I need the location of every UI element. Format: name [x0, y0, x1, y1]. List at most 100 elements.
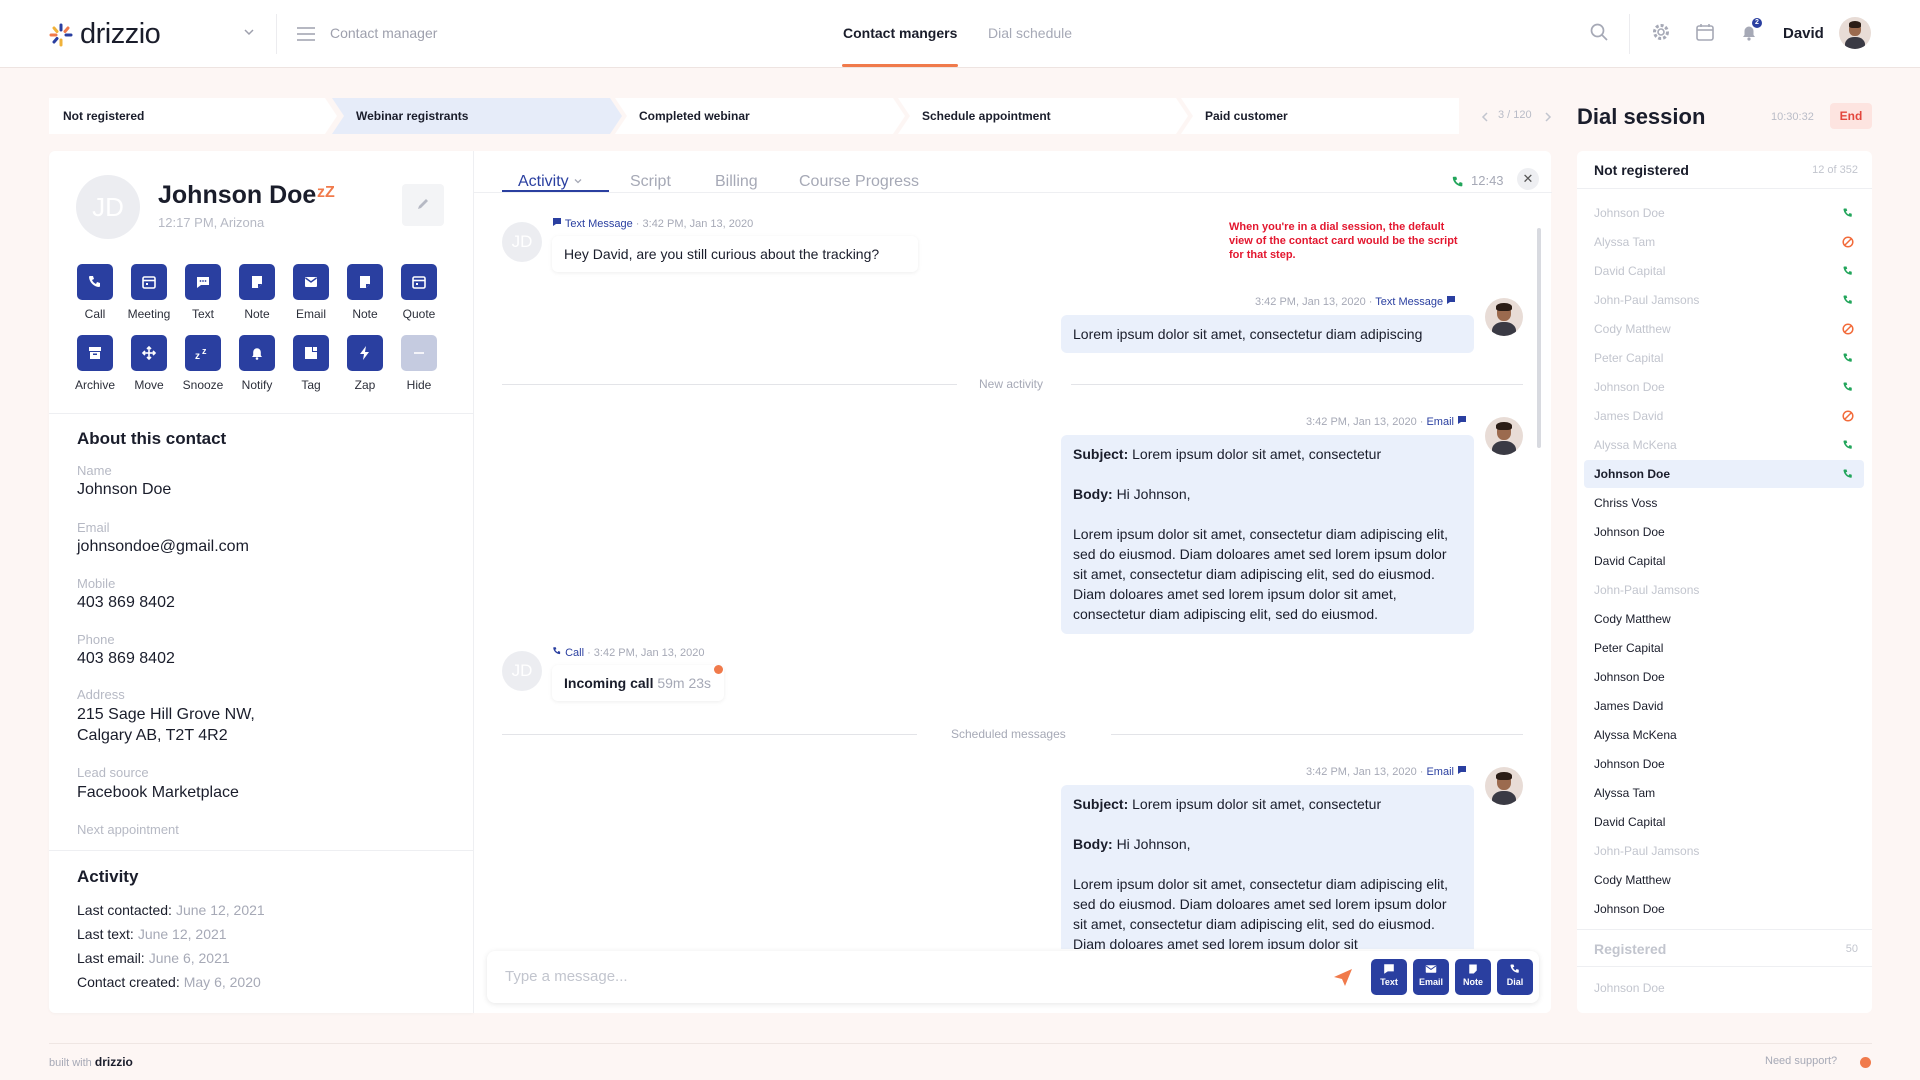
zap-action-button[interactable]: Zap	[338, 335, 392, 392]
list-item[interactable]: Alyssa Tam	[1584, 779, 1864, 807]
divider	[1577, 966, 1872, 967]
contact-name: Johnson Doe	[158, 181, 317, 209]
hide-action-button[interactable]: Hide	[392, 335, 446, 392]
tab-activity[interactable]: Activity	[518, 173, 583, 191]
list-item[interactable]: David Capital	[1584, 547, 1864, 575]
scrollbar[interactable]	[1537, 228, 1541, 448]
tab-contact-managers[interactable]: Contact mangers	[843, 25, 957, 41]
list-item[interactable]: Alyssa McKena	[1584, 431, 1864, 459]
chevron-down-icon[interactable]	[242, 25, 256, 39]
calendar-icon[interactable]	[1695, 22, 1715, 42]
field-label: Address	[77, 687, 125, 702]
chevron-right-icon[interactable]	[1543, 111, 1553, 123]
tag-action-button[interactable]: Tag	[284, 335, 338, 392]
list-item[interactable]: Alyssa McKena	[1584, 721, 1864, 749]
message-meta: Text Message · 3:42 PM, Jan 13, 2020	[552, 217, 753, 230]
list-item[interactable]: Johnson Doe	[1584, 460, 1864, 488]
list-item[interactable]: John-Paul Jamsons	[1584, 576, 1864, 604]
chevron-left-icon[interactable]	[1480, 111, 1490, 123]
meeting-action-button[interactable]: Meeting	[122, 264, 176, 321]
group-count: 50	[1845, 943, 1858, 955]
stage-completed-webinar[interactable]: Completed webinar	[615, 98, 905, 134]
note-button[interactable]: Note	[1455, 959, 1491, 995]
send-icon[interactable]	[1332, 966, 1354, 988]
contact-phone-value[interactable]: 403 869 8402	[77, 648, 175, 669]
bolt-icon	[360, 346, 369, 360]
tab-course-progress[interactable]: Course Progress	[799, 173, 919, 191]
field-label: Next appointment	[77, 822, 179, 837]
tab-billing[interactable]: Billing	[715, 173, 758, 191]
list-item[interactable]: Cody Matthew	[1584, 315, 1864, 343]
stage-not-registered[interactable]: Not registered	[49, 98, 337, 134]
list-item[interactable]: Cody Matthew	[1584, 866, 1864, 894]
list-item[interactable]: John-Paul Jamsons	[1584, 837, 1864, 865]
note-action-button[interactable]: Note	[230, 264, 284, 321]
stage-paid-customer[interactable]: Paid customer	[1181, 98, 1459, 134]
list-item[interactable]: Johnson Doe	[1584, 895, 1864, 923]
move-action-button[interactable]: Move	[122, 335, 176, 392]
blocked-icon	[1842, 236, 1854, 248]
notify-action-button[interactable]: Notify	[230, 335, 284, 392]
list-item[interactable]: Johnson Doe	[1584, 663, 1864, 691]
quote-action-button[interactable]: Quote	[392, 264, 446, 321]
email-action-button[interactable]: Email	[284, 264, 338, 321]
phone-icon	[1510, 964, 1519, 973]
contact-email-value[interactable]: johnsondoe@gmail.com	[77, 536, 249, 557]
message-meta: 3:42 PM, Jan 13, 2020 · Email	[1306, 765, 1467, 778]
list-item[interactable]: Johnson Doe	[1584, 518, 1864, 546]
menu-icon[interactable]	[296, 25, 316, 43]
list-item[interactable]: David Capital	[1584, 808, 1864, 836]
list-item[interactable]: Johnson Doe	[1584, 974, 1864, 1002]
list-item[interactable]: Johnson Doe	[1584, 199, 1864, 227]
dial-session-timer: 10:30:32	[1771, 111, 1814, 123]
note-action-button-2[interactable]: Note	[338, 264, 392, 321]
call-action-button[interactable]: Call	[68, 264, 122, 321]
calendar-icon	[142, 276, 156, 289]
menu-title[interactable]: Contact manager	[330, 25, 437, 41]
list-item[interactable]: Alyssa Tam	[1584, 228, 1864, 256]
list-item[interactable]: Peter Capital	[1584, 344, 1864, 372]
list-item[interactable]: Johnson Doe	[1584, 373, 1864, 401]
incoming-text-bubble: Hey David, are you still curious about t…	[552, 236, 918, 272]
list-item[interactable]: David Capital	[1584, 257, 1864, 285]
activity-panel: Activity Script Billing Course Progress …	[473, 151, 1552, 1013]
close-button[interactable]: ✕	[1517, 168, 1539, 190]
divider	[1577, 188, 1872, 189]
unread-dot	[714, 665, 723, 674]
tab-dial-schedule[interactable]: Dial schedule	[988, 25, 1072, 41]
message-icon	[1458, 766, 1467, 774]
pipeline-pager: 3 / 120	[1498, 109, 1532, 121]
contact-mobile-value[interactable]: 403 869 8402	[77, 592, 175, 613]
stage-webinar-registrants[interactable]: Webinar registrants	[332, 98, 622, 134]
list-item[interactable]: Johnson Doe	[1584, 750, 1864, 778]
list-item[interactable]: Peter Capital	[1584, 634, 1864, 662]
dial-button[interactable]: Dial	[1497, 959, 1533, 995]
tab-script[interactable]: Script	[630, 173, 671, 191]
user-name[interactable]: David	[1783, 25, 1824, 42]
list-item[interactable]: Cody Matthew	[1584, 605, 1864, 633]
contact-avatar: JD	[76, 175, 140, 239]
list-item[interactable]: Chriss Voss	[1584, 489, 1864, 517]
brand-logo[interactable]: drizzio	[48, 18, 161, 51]
list-item[interactable]: John-Paul Jamsons	[1584, 286, 1864, 314]
list-item[interactable]: James David	[1584, 692, 1864, 720]
text-button[interactable]: Text	[1371, 959, 1407, 995]
text-action-button[interactable]: Text	[176, 264, 230, 321]
support-link[interactable]: Need support?	[1765, 1055, 1837, 1067]
message-input[interactable]: Type a message...	[505, 968, 628, 985]
archive-action-button[interactable]: Archive	[68, 335, 122, 392]
pipeline-stages: Not registered Webinar registrants Compl…	[49, 98, 1459, 134]
stage-schedule-appointment[interactable]: Schedule appointment	[898, 98, 1188, 134]
snooze-action-button[interactable]: z z Snooze	[176, 335, 230, 392]
gear-icon[interactable]	[1651, 22, 1671, 42]
user-avatar[interactable]	[1839, 17, 1871, 49]
email-button[interactable]: Email	[1413, 959, 1449, 995]
active-tab-indicator	[842, 64, 958, 67]
divider	[276, 14, 277, 54]
group-title-registered[interactable]: Registered	[1594, 941, 1666, 957]
contact-avatar: JD	[502, 651, 542, 691]
list-item[interactable]: James David	[1584, 402, 1864, 430]
end-session-button[interactable]: End	[1830, 103, 1872, 129]
search-icon[interactable]	[1589, 22, 1609, 42]
edit-button[interactable]	[402, 184, 444, 226]
